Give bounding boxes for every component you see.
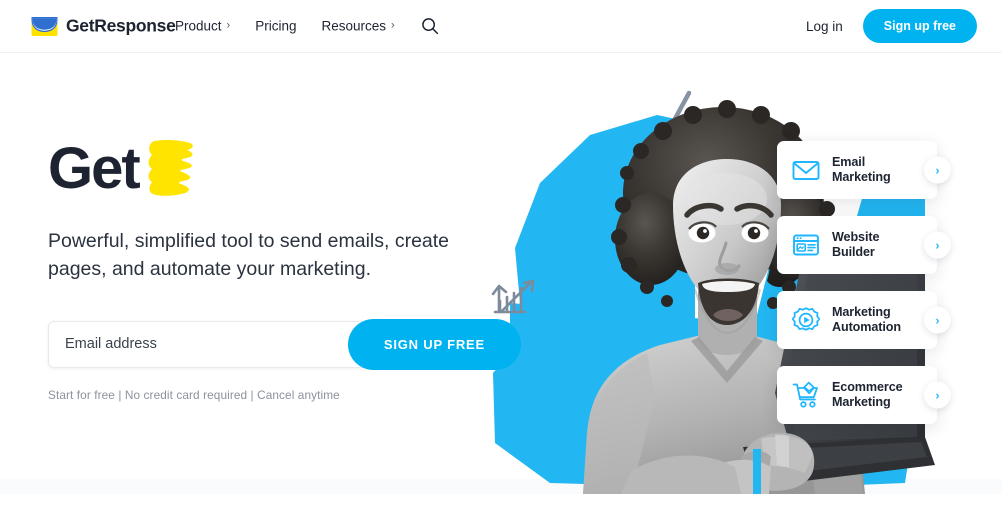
feature-card-ecommerce-marketing[interactable]: Ecommerce Marketing ›	[777, 366, 951, 424]
nav-item-product[interactable]: Product ›	[175, 19, 230, 34]
chevron-right-icon[interactable]: ›	[924, 231, 951, 259]
feature-card-label: Ecommerce Marketing	[832, 379, 903, 409]
nav-item-resources[interactable]: Resources ›	[321, 19, 394, 34]
chevron-right-icon: ›	[391, 19, 395, 32]
hero-subheadline: Powerful, simplified tool to send emails…	[48, 230, 450, 281]
nav-item-pricing[interactable]: Pricing	[255, 19, 296, 34]
hero-signup-free-button[interactable]: SIGN UP FREE	[347, 318, 521, 370]
chevron-right-icon[interactable]: ›	[924, 381, 951, 409]
feature-card-label: Website Builder	[832, 229, 880, 259]
hero-section: Get Powerful, simplified tool to send em…	[0, 53, 1002, 494]
envelope-icon	[792, 161, 820, 180]
page-root: GetResponse Product › Pricing Resources …	[0, 0, 1002, 509]
chevron-right-icon: ›	[226, 19, 231, 32]
signup-fineprint: Start for free | No credit card required…	[48, 387, 340, 402]
envelope-logo-icon	[31, 16, 58, 36]
page-title: Get	[48, 133, 488, 205]
feature-card-label: Email Marketing	[832, 154, 891, 184]
feature-card-email-marketing[interactable]: Email Marketing ›	[777, 141, 951, 199]
logo-text: GetResponse	[66, 15, 176, 36]
main-nav: Product › Pricing Resources ›	[175, 19, 395, 34]
feature-card-website-builder[interactable]: Website Builder ›	[777, 216, 951, 274]
login-link[interactable]: Log in	[806, 19, 843, 34]
header-actions: Log in Sign up free	[806, 9, 977, 43]
hero-copy: Get Powerful, simplified tool to send em…	[48, 133, 521, 402]
gear-play-icon	[791, 307, 821, 331]
feature-card-label: Marketing Automation	[832, 304, 901, 334]
hero-signup-form: SIGN UP FREE	[48, 318, 521, 370]
chevron-right-icon[interactable]: ›	[924, 156, 951, 184]
headline-text: Get	[48, 136, 141, 201]
search-icon[interactable]	[421, 17, 439, 35]
browser-window-icon	[793, 234, 819, 256]
nav-item-pricing-label: Pricing	[255, 18, 297, 34]
nav-item-resources-label: Resources	[321, 18, 386, 34]
feature-cards: Email Marketing › Website Builder › Mark…	[777, 141, 992, 440]
signup-free-button[interactable]: Sign up free	[862, 9, 977, 43]
yellow-marker-scribble-icon	[148, 139, 193, 196]
site-header: GetResponse Product › Pricing Resources …	[0, 0, 1002, 53]
nav-item-product-label: Product	[175, 18, 222, 34]
chevron-right-icon[interactable]: ›	[924, 306, 951, 334]
shopping-cart-icon	[792, 381, 818, 408]
logo[interactable]: GetResponse	[31, 16, 176, 37]
feature-card-marketing-automation[interactable]: Marketing Automation ›	[777, 291, 951, 349]
